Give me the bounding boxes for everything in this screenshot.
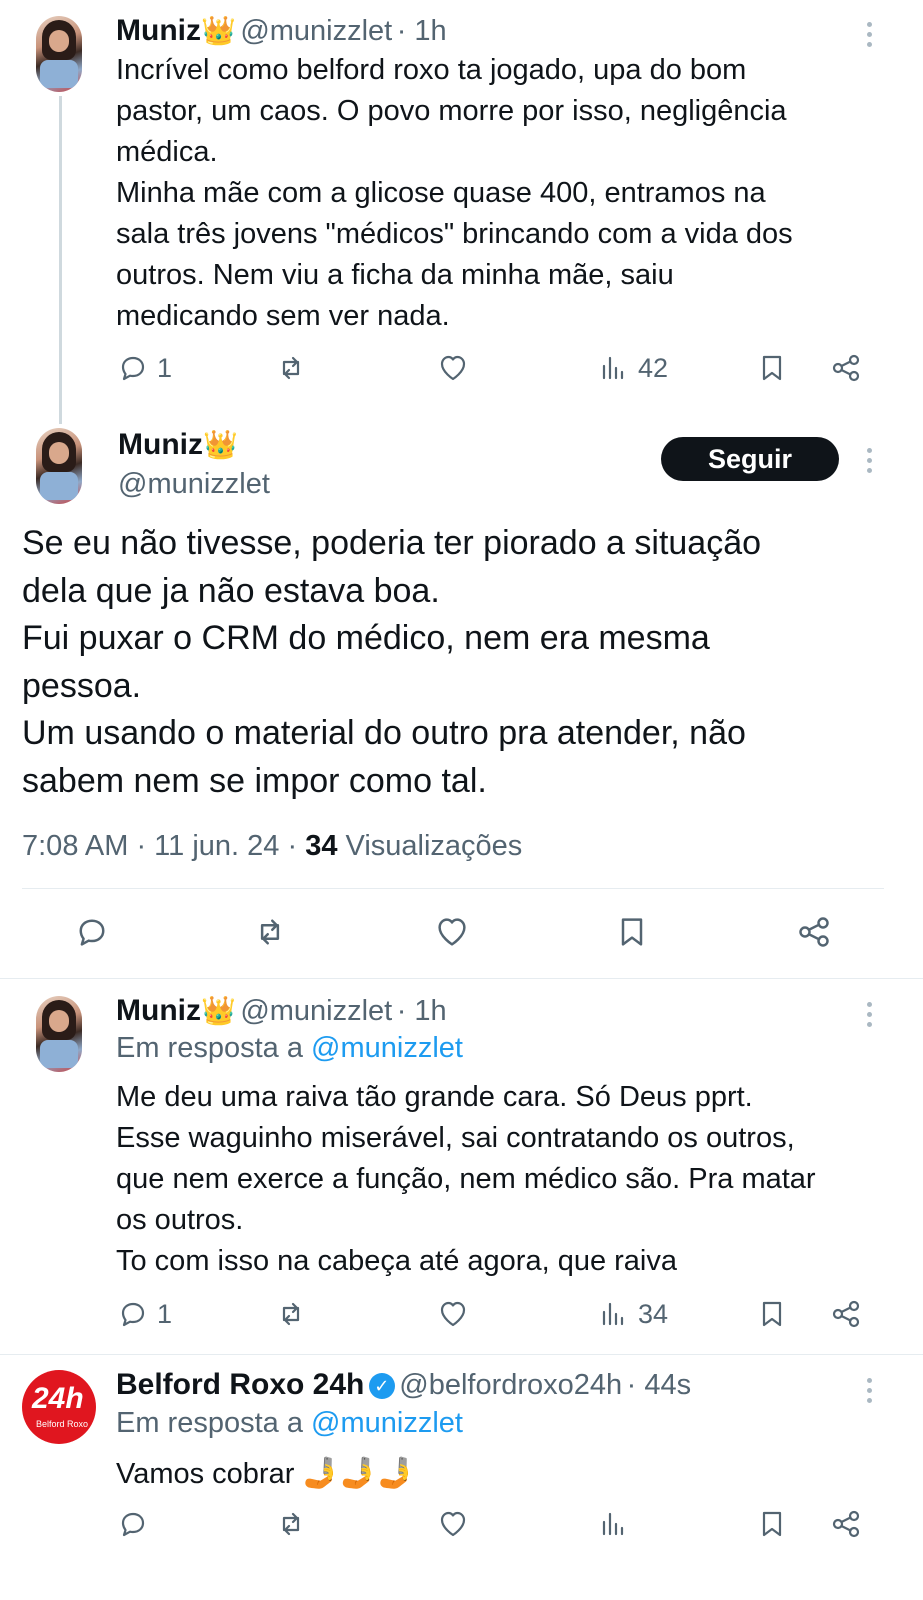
views-icon [602,1512,624,1536]
like-button[interactable] [437,1508,469,1540]
views-button[interactable]: 42 [598,352,668,384]
author-handle[interactable]: @munizzlet [240,995,392,1027]
heart-icon [440,355,466,381]
bookmark-button[interactable] [614,914,650,950]
reply-button[interactable]: 1 [117,1298,172,1330]
bookmark-icon [762,1511,782,1537]
more-options-icon[interactable] [867,1002,875,1032]
views-button[interactable] [598,1508,630,1540]
verified-badge-icon: ✓ [368,1373,395,1399]
share-icon [832,354,860,382]
post-timestamp[interactable]: 7:08 AM · 11 jun. 24 · [22,830,305,862]
reply-icon [121,1302,145,1327]
share-button[interactable] [830,1508,862,1540]
heart-icon [438,918,466,946]
bookmark-button[interactable] [756,1508,788,1540]
reply-icon [121,356,145,381]
retweet-icon [282,1512,300,1536]
share-icon [799,917,829,947]
bookmark-button[interactable] [756,352,788,384]
more-options-icon[interactable] [867,1378,875,1408]
user-avatar[interactable] [36,16,82,92]
retweet-button[interactable] [275,1298,307,1330]
like-button[interactable] [437,1298,469,1330]
user-avatar[interactable] [36,996,82,1072]
post-time: · 44s [626,1369,692,1401]
reply-button[interactable] [117,1508,149,1540]
views-count: 34 [305,830,338,862]
tweet-2-focused: Muniz👑 @munizzlet Se eu não tivesse, pod… [0,424,923,980]
more-options-icon[interactable] [867,448,875,478]
post-time: · 1h [396,995,447,1027]
reply-icon [121,1512,145,1537]
tweet-1-actions: 1 42 [0,352,923,392]
more-options-icon[interactable] [867,22,875,52]
views-icon [602,1302,624,1326]
reply-to-link[interactable]: @munizzlet [311,1407,463,1439]
crown-emoji: 👑 [200,15,236,46]
reply-context-label: Em resposta a [116,1032,312,1064]
selfie-emoji: 🤳🤳🤳 [302,1457,415,1490]
views-count: 34 [638,1298,669,1329]
retweet-button[interactable] [275,1508,307,1540]
bookmark-icon [762,1301,782,1327]
author-name[interactable]: Muniz [118,428,203,461]
reply-count: 1 [157,352,173,383]
tweet-text: Me deu uma raiva tão grande cara. Só Deu… [116,1081,816,1277]
tweet-2-actions [0,914,923,954]
views-label: Visualizações [337,830,523,862]
share-icon [832,1510,860,1538]
tweet-text: Incrível como belford roxo ta jogado, up… [116,54,793,332]
crown-emoji: 👑 [202,429,238,460]
author-name[interactable]: Muniz [116,994,201,1027]
retweet-button[interactable] [252,914,288,950]
tweet-4[interactable]: Belford Roxo 24h ✓ @belfordroxo24h · 44s… [0,1356,923,1596]
follow-button[interactable]: Seguir [661,437,839,481]
reply-button[interactable]: 1 [117,352,172,384]
like-button[interactable] [434,914,470,950]
share-icon [832,1300,860,1328]
retweet-icon [282,356,300,380]
divider [0,1354,923,1355]
tweet-text: Se eu não tivesse, poderia ter piorado a… [22,524,762,800]
user-avatar[interactable] [36,428,82,504]
retweet-icon [260,919,280,945]
reply-context-label: Em resposta a [116,1407,312,1439]
heart-icon [440,1511,466,1537]
reply-count: 1 [157,1298,173,1329]
tweet-3-actions: 1 34 [0,1298,923,1338]
retweet-icon [282,1302,300,1326]
bookmark-icon [621,918,643,946]
retweet-button[interactable] [275,352,307,384]
author-handle[interactable]: @munizzlet [240,15,392,47]
divider [0,978,923,979]
tweet-text: Vamos cobrar [116,1458,303,1490]
reply-icon [79,919,105,946]
views-count: 42 [638,352,669,383]
share-button[interactable] [830,1298,862,1330]
bookmark-button[interactable] [756,1298,788,1330]
divider [22,888,884,889]
views-icon [602,356,624,380]
tweet-4-actions [0,1508,923,1548]
author-name[interactable]: Muniz [116,14,201,47]
crown-emoji: 👑 [200,995,236,1026]
like-button[interactable] [437,352,469,384]
reply-to-link[interactable]: @munizzlet [311,1032,463,1064]
reply-button[interactable] [74,914,110,950]
bookmark-icon [762,355,782,381]
share-button[interactable] [830,352,862,384]
heart-icon [440,1301,466,1327]
views-button[interactable]: 34 [598,1298,668,1330]
post-time: · 1h [396,15,447,47]
author-handle[interactable]: @belfordroxo24h [399,1369,622,1401]
share-button[interactable] [796,914,832,950]
author-handle[interactable]: @munizzlet [118,468,270,501]
author-name[interactable]: Belford Roxo 24h [116,1368,364,1401]
